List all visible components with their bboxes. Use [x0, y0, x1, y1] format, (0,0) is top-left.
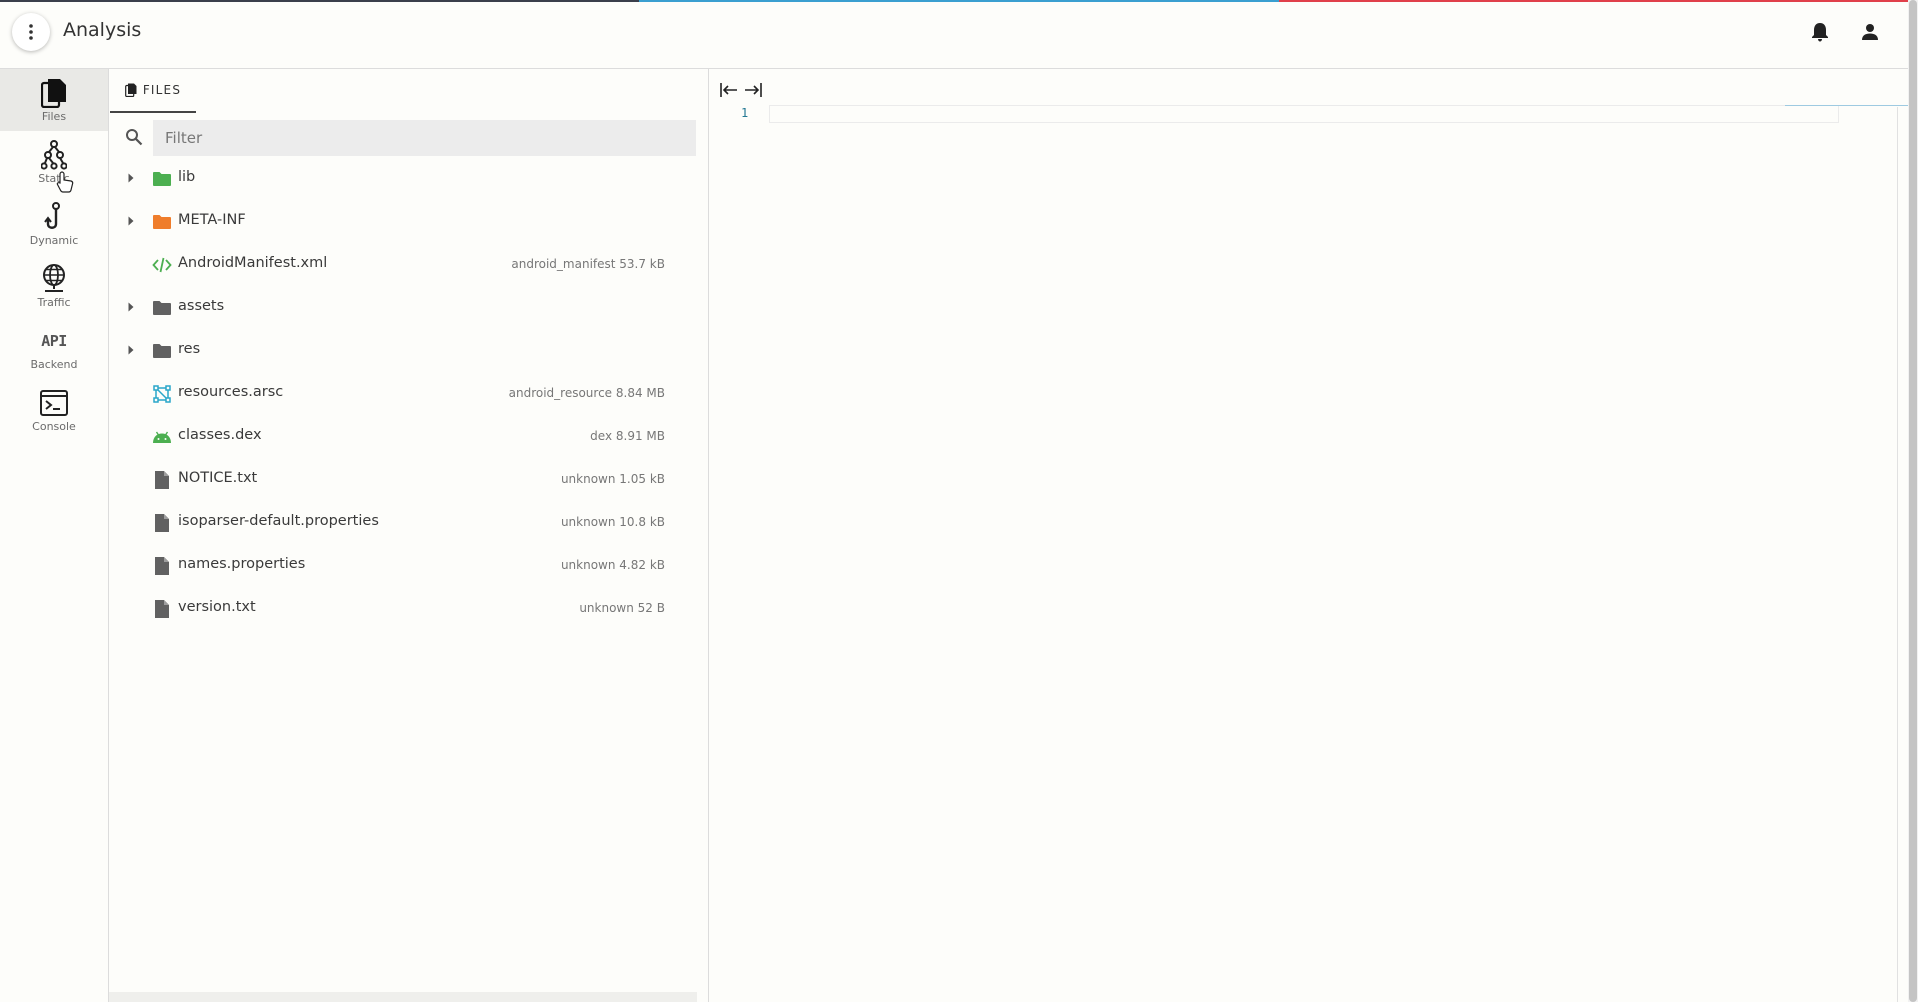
- files-icon: [41, 78, 66, 108]
- tree-folder-row[interactable]: assets: [109, 286, 699, 329]
- file-meta: android_resource 8.84 MB: [508, 386, 665, 400]
- tree-folder-row[interactable]: res: [109, 329, 699, 372]
- globe-icon: [43, 263, 65, 292]
- search-icon: [126, 129, 143, 146]
- expand-caret-icon[interactable]: [127, 344, 135, 356]
- code-icon: [152, 257, 172, 273]
- notifications-button[interactable]: [1806, 18, 1834, 46]
- files-icon: [124, 83, 137, 97]
- rail-item-static[interactable]: Static: [0, 131, 108, 193]
- rail-label: Files: [41, 109, 67, 123]
- file-meta: android_manifest 53.7 kB: [511, 257, 665, 271]
- rail-item-files[interactable]: Files: [0, 69, 108, 131]
- tree-file-row[interactable]: isoparser-default.properties unknown 10.8…: [109, 501, 699, 544]
- file-name: res: [178, 341, 201, 357]
- rail-item-traffic[interactable]: Traffic: [0, 255, 108, 317]
- files-horizontal-scrollbar[interactable]: [109, 992, 697, 1002]
- collapse-left-button[interactable]: [718, 79, 740, 101]
- file-meta: unknown 1.05 kB: [560, 472, 665, 486]
- file-name: isoparser-default.properties: [178, 513, 379, 529]
- file-name: classes.dex: [178, 427, 262, 443]
- file-name: lib: [178, 169, 196, 185]
- android-icon: [153, 431, 171, 443]
- rail-label: Console: [32, 419, 76, 433]
- file-meta: dex 8.91 MB: [590, 429, 665, 443]
- bell-icon: [1812, 23, 1828, 42]
- file-icon: [155, 557, 169, 575]
- editor-vertical-scrollbar[interactable]: [1897, 107, 1906, 1002]
- app-bar: Analysis: [0, 2, 1908, 69]
- file-icon: [155, 514, 169, 532]
- filter-row: [117, 120, 700, 156]
- line-number: 1: [741, 106, 749, 120]
- tree-file-row[interactable]: version.txt unknown 52 B: [109, 587, 699, 630]
- expand-caret-icon[interactable]: [127, 301, 135, 313]
- person-icon: [1862, 24, 1878, 40]
- file-name: resources.arsc: [178, 384, 284, 400]
- file-name: version.txt: [178, 599, 256, 615]
- file-name: assets: [178, 298, 225, 314]
- code-editor-line[interactable]: [769, 105, 1839, 123]
- files-tabbar: FILES: [109, 69, 697, 113]
- folder-icon: [153, 172, 171, 186]
- hook-icon: [44, 201, 60, 229]
- terminal-icon: [40, 389, 68, 416]
- rail-item-backend[interactable]: API Backend: [0, 317, 108, 379]
- expand-caret-icon[interactable]: [127, 172, 135, 184]
- rail-label: Traffic: [37, 295, 71, 309]
- filter-input[interactable]: [153, 120, 696, 156]
- main-menu-button[interactable]: [12, 13, 50, 51]
- collapse-left-icon: [720, 83, 737, 97]
- file-meta: unknown 52 B: [579, 601, 665, 615]
- rail-label: Dynamic: [29, 233, 79, 247]
- page-title: Analysis: [63, 19, 142, 41]
- rail-label: Backend: [30, 357, 78, 371]
- tree-file-row[interactable]: AndroidManifest.xml android_manifest 53.7…: [109, 243, 699, 286]
- file-tree: lib META-INF AndroidManifest.xml android_ma…: [109, 157, 699, 630]
- tab-files[interactable]: FILES: [110, 69, 196, 113]
- rail-item-console[interactable]: Console: [0, 379, 108, 441]
- expand-right-button[interactable]: [742, 79, 764, 101]
- tree-file-row[interactable]: names.properties unknown 4.82 kB: [109, 544, 699, 587]
- file-meta: unknown 10.8 kB: [560, 515, 665, 529]
- file-name: META-INF: [178, 212, 246, 228]
- tree-file-row[interactable]: NOTICE.txt unknown 1.05 kB: [109, 458, 699, 501]
- api-icon: API: [41, 331, 67, 350]
- file-name: names.properties: [178, 556, 306, 572]
- editor-overview-ruler: [1785, 105, 1909, 106]
- folder-icon: [153, 344, 171, 358]
- file-icon: [155, 600, 169, 618]
- resource-icon: [153, 385, 171, 403]
- tree-file-row[interactable]: classes.dex dex 8.91 MB: [109, 415, 699, 458]
- file-name: NOTICE.txt: [178, 470, 258, 486]
- tree-file-row[interactable]: resources.arsc android_resource 8.84 MB: [109, 372, 699, 415]
- graph-icon: [41, 139, 67, 170]
- file-name: AndroidManifest.xml: [178, 255, 328, 271]
- mouse-pointer-icon: [56, 171, 74, 193]
- rail-item-dynamic[interactable]: Dynamic: [0, 193, 108, 255]
- folder-icon: [153, 301, 171, 315]
- files-panel: FILES lib META-INF AndroidManifest.xml andr…: [109, 69, 697, 1002]
- account-button[interactable]: [1856, 18, 1884, 46]
- expand-caret-icon[interactable]: [127, 215, 135, 227]
- expand-right-icon: [745, 83, 762, 97]
- tab-files-label: FILES: [142, 83, 182, 97]
- file-meta: unknown 4.82 kB: [560, 558, 665, 572]
- navigation-rail: Files Static Dynamic Traffic API Backend…: [0, 69, 109, 1002]
- editor-panel: 1: [708, 69, 1909, 1002]
- folder-icon: [153, 215, 171, 229]
- tree-folder-row[interactable]: META-INF: [109, 200, 699, 243]
- file-icon: [155, 471, 169, 489]
- tree-folder-row[interactable]: lib: [109, 157, 699, 200]
- page-scrollbar-thumb[interactable]: [1909, 0, 1917, 1002]
- more-vert-icon: [29, 24, 33, 40]
